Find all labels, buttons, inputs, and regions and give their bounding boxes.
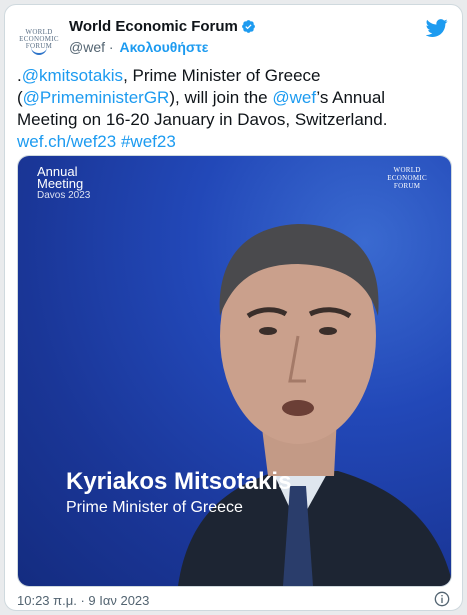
caption-role: Prime Minister of Greece — [66, 499, 243, 516]
wef-logo: WORLD ECONOMIC FORUM — [387, 166, 427, 190]
wef-logo-line-3: FORUM — [393, 182, 421, 190]
handle-row: @wef · Ακολουθήστε — [69, 39, 256, 55]
speaker-figure — [178, 224, 451, 586]
hashtag-wef23[interactable]: #wef23 — [121, 132, 176, 151]
mention-primeministergr[interactable]: @PrimeministerGR — [23, 88, 170, 107]
wef-avatar[interactable]: WORLD ECONOMIC FORUM — [17, 17, 61, 61]
verified-badge-icon — [242, 20, 255, 33]
logo-arc-icon — [31, 47, 47, 55]
tweet-header: WORLD ECONOMIC FORUM World Economic Foru… — [17, 15, 450, 61]
annual-meeting-sub: Davos 2023 — [37, 190, 91, 201]
mention-wef[interactable]: @wef — [272, 88, 316, 107]
caption-name: Kyriakos Mitsotakis — [66, 468, 292, 495]
speaker-photo[interactable]: Annual Meeting Davos 2023 WORLD ECONOMIC… — [18, 156, 451, 586]
display-name[interactable]: World Economic Forum — [69, 18, 238, 35]
timestamp[interactable]: 10:23 π.μ. · 9 Ιαν 2023 — [17, 593, 149, 608]
annual-meeting-line-2: Meeting — [37, 176, 84, 191]
tweet-text: .@kmitsotakis, Prime Minister of Greece … — [17, 65, 447, 153]
info-icon[interactable] — [434, 591, 450, 607]
wef-logo-line-2: ECONOMIC — [387, 174, 427, 182]
author-block: World Economic Forum @wef · Ακολουθήστε — [69, 18, 256, 55]
url-link[interactable]: wef.ch/wef23 — [17, 132, 116, 151]
handle[interactable]: @wef — [69, 39, 105, 55]
display-name-row[interactable]: World Economic Forum — [69, 18, 256, 35]
separator: · — [108, 39, 114, 55]
tweet-media[interactable]: Annual Meeting Davos 2023 WORLD ECONOMIC… — [17, 155, 452, 587]
mention-kmitsotakis[interactable]: @kmitsotakis — [22, 66, 123, 85]
tweet-card: WORLD ECONOMIC FORUM World Economic Foru… — [4, 4, 463, 611]
twitter-bird-icon[interactable] — [426, 17, 448, 39]
tweet-text-part: ), will join the — [169, 88, 273, 107]
annual-meeting-badge: Annual Meeting Davos 2023 — [37, 165, 91, 202]
wef-logo-line-1: WORLD — [393, 166, 421, 174]
follow-button[interactable]: Ακολουθήστε — [119, 39, 208, 55]
